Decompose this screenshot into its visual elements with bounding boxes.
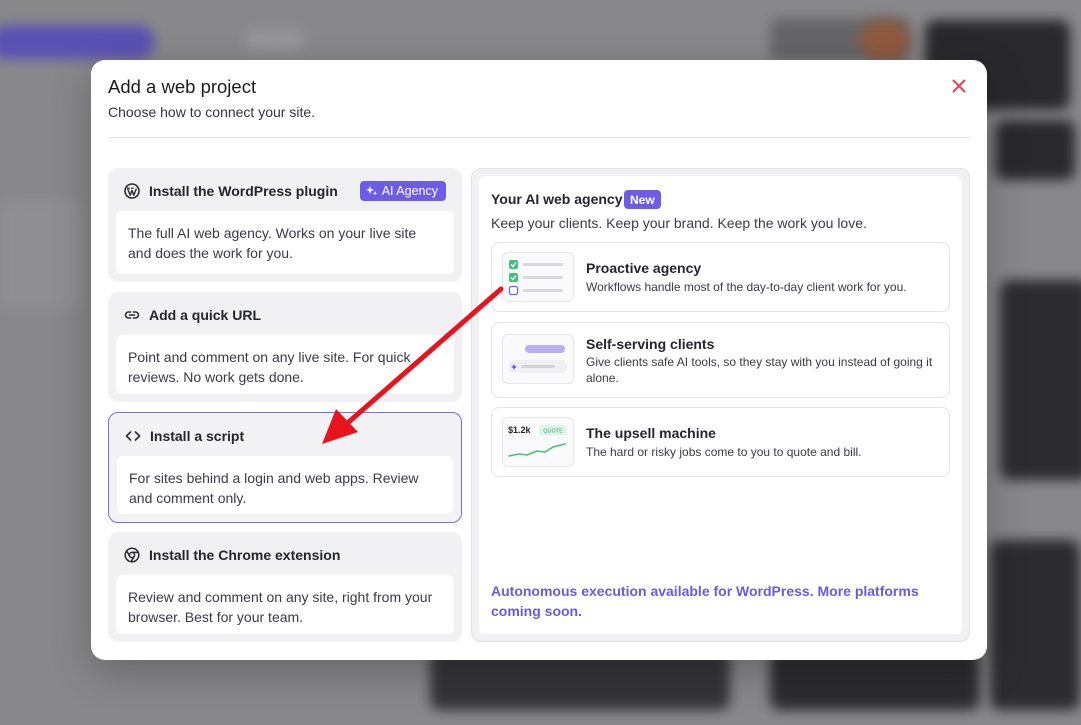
chrome-icon [124, 546, 140, 563]
option-title: Install the Chrome extension [149, 546, 341, 563]
agency-title: Your AI web agency [491, 191, 623, 207]
close-button[interactable] [949, 76, 969, 96]
add-web-project-dialog: Add a web project Choose how to connect … [91, 60, 987, 660]
sparkle-icon [365, 186, 377, 196]
dialog-subtitle: Choose how to connect your site. [108, 104, 316, 120]
option-install-script[interactable]: Install a script For sites behind a logi… [108, 412, 462, 523]
platform-availability-note: Autonomous execution available for WordP… [491, 583, 919, 619]
ai-agency-badge: AI Agency [359, 181, 446, 201]
option-title: Install the WordPress plugin [149, 182, 338, 199]
new-badge: New [624, 190, 661, 209]
ai-agency-panel: Your AI web agency New Keep your clients… [471, 168, 970, 642]
feature-title: Proactive agency [586, 260, 702, 276]
header-divider [108, 137, 970, 138]
feature-title: The upsell machine [586, 425, 716, 441]
agency-subtitle: Keep your clients. Keep your brand. Keep… [491, 215, 867, 231]
thumb-tag: QUOTE [543, 429, 563, 435]
option-chrome-extension[interactable]: Install the Chrome extension Review and … [108, 532, 462, 642]
option-wordpress-plugin[interactable]: Install the WordPress plugin AI Agency T… [108, 168, 462, 282]
dialog-title: Add a web project [108, 76, 257, 97]
feature-description: Workflows handle most of the day-to-day … [586, 280, 907, 294]
feature-card-upsell-machine: $1.2k QUOTE The upsell machine The hard … [491, 407, 950, 477]
link-icon [124, 310, 140, 319]
feature-description: Give clients safe AI tools, so they stay… [586, 355, 933, 385]
option-quick-url[interactable]: Add a quick URL Point and comment on any… [108, 292, 462, 402]
checklist-illustration [502, 252, 574, 302]
option-description: Point and comment on any live site. For … [116, 335, 454, 394]
option-description: For sites behind a login and web apps. R… [117, 456, 453, 514]
thumb-price: $1.2k [508, 425, 532, 435]
code-icon [125, 430, 141, 441]
badge-label: AI Agency [381, 184, 438, 198]
feature-title: Self-serving clients [586, 336, 715, 352]
feature-description: The hard or risky jobs come to you to qu… [586, 445, 862, 459]
option-description: The full AI web agency. Works on your li… [116, 211, 454, 274]
option-title: Install a script [150, 427, 245, 444]
option-title: Add a quick URL [149, 306, 262, 323]
feature-card-proactive-agency: Proactive agency Workflows handle most o… [491, 242, 950, 312]
feature-card-self-serving-clients: Self-serving clients Give clients safe A… [491, 322, 950, 398]
quote-chart-illustration: $1.2k QUOTE [502, 417, 574, 467]
option-description: Review and comment on any site, right fr… [116, 575, 454, 634]
chat-illustration [502, 334, 574, 384]
close-icon [952, 79, 966, 93]
wordpress-icon [124, 182, 140, 199]
